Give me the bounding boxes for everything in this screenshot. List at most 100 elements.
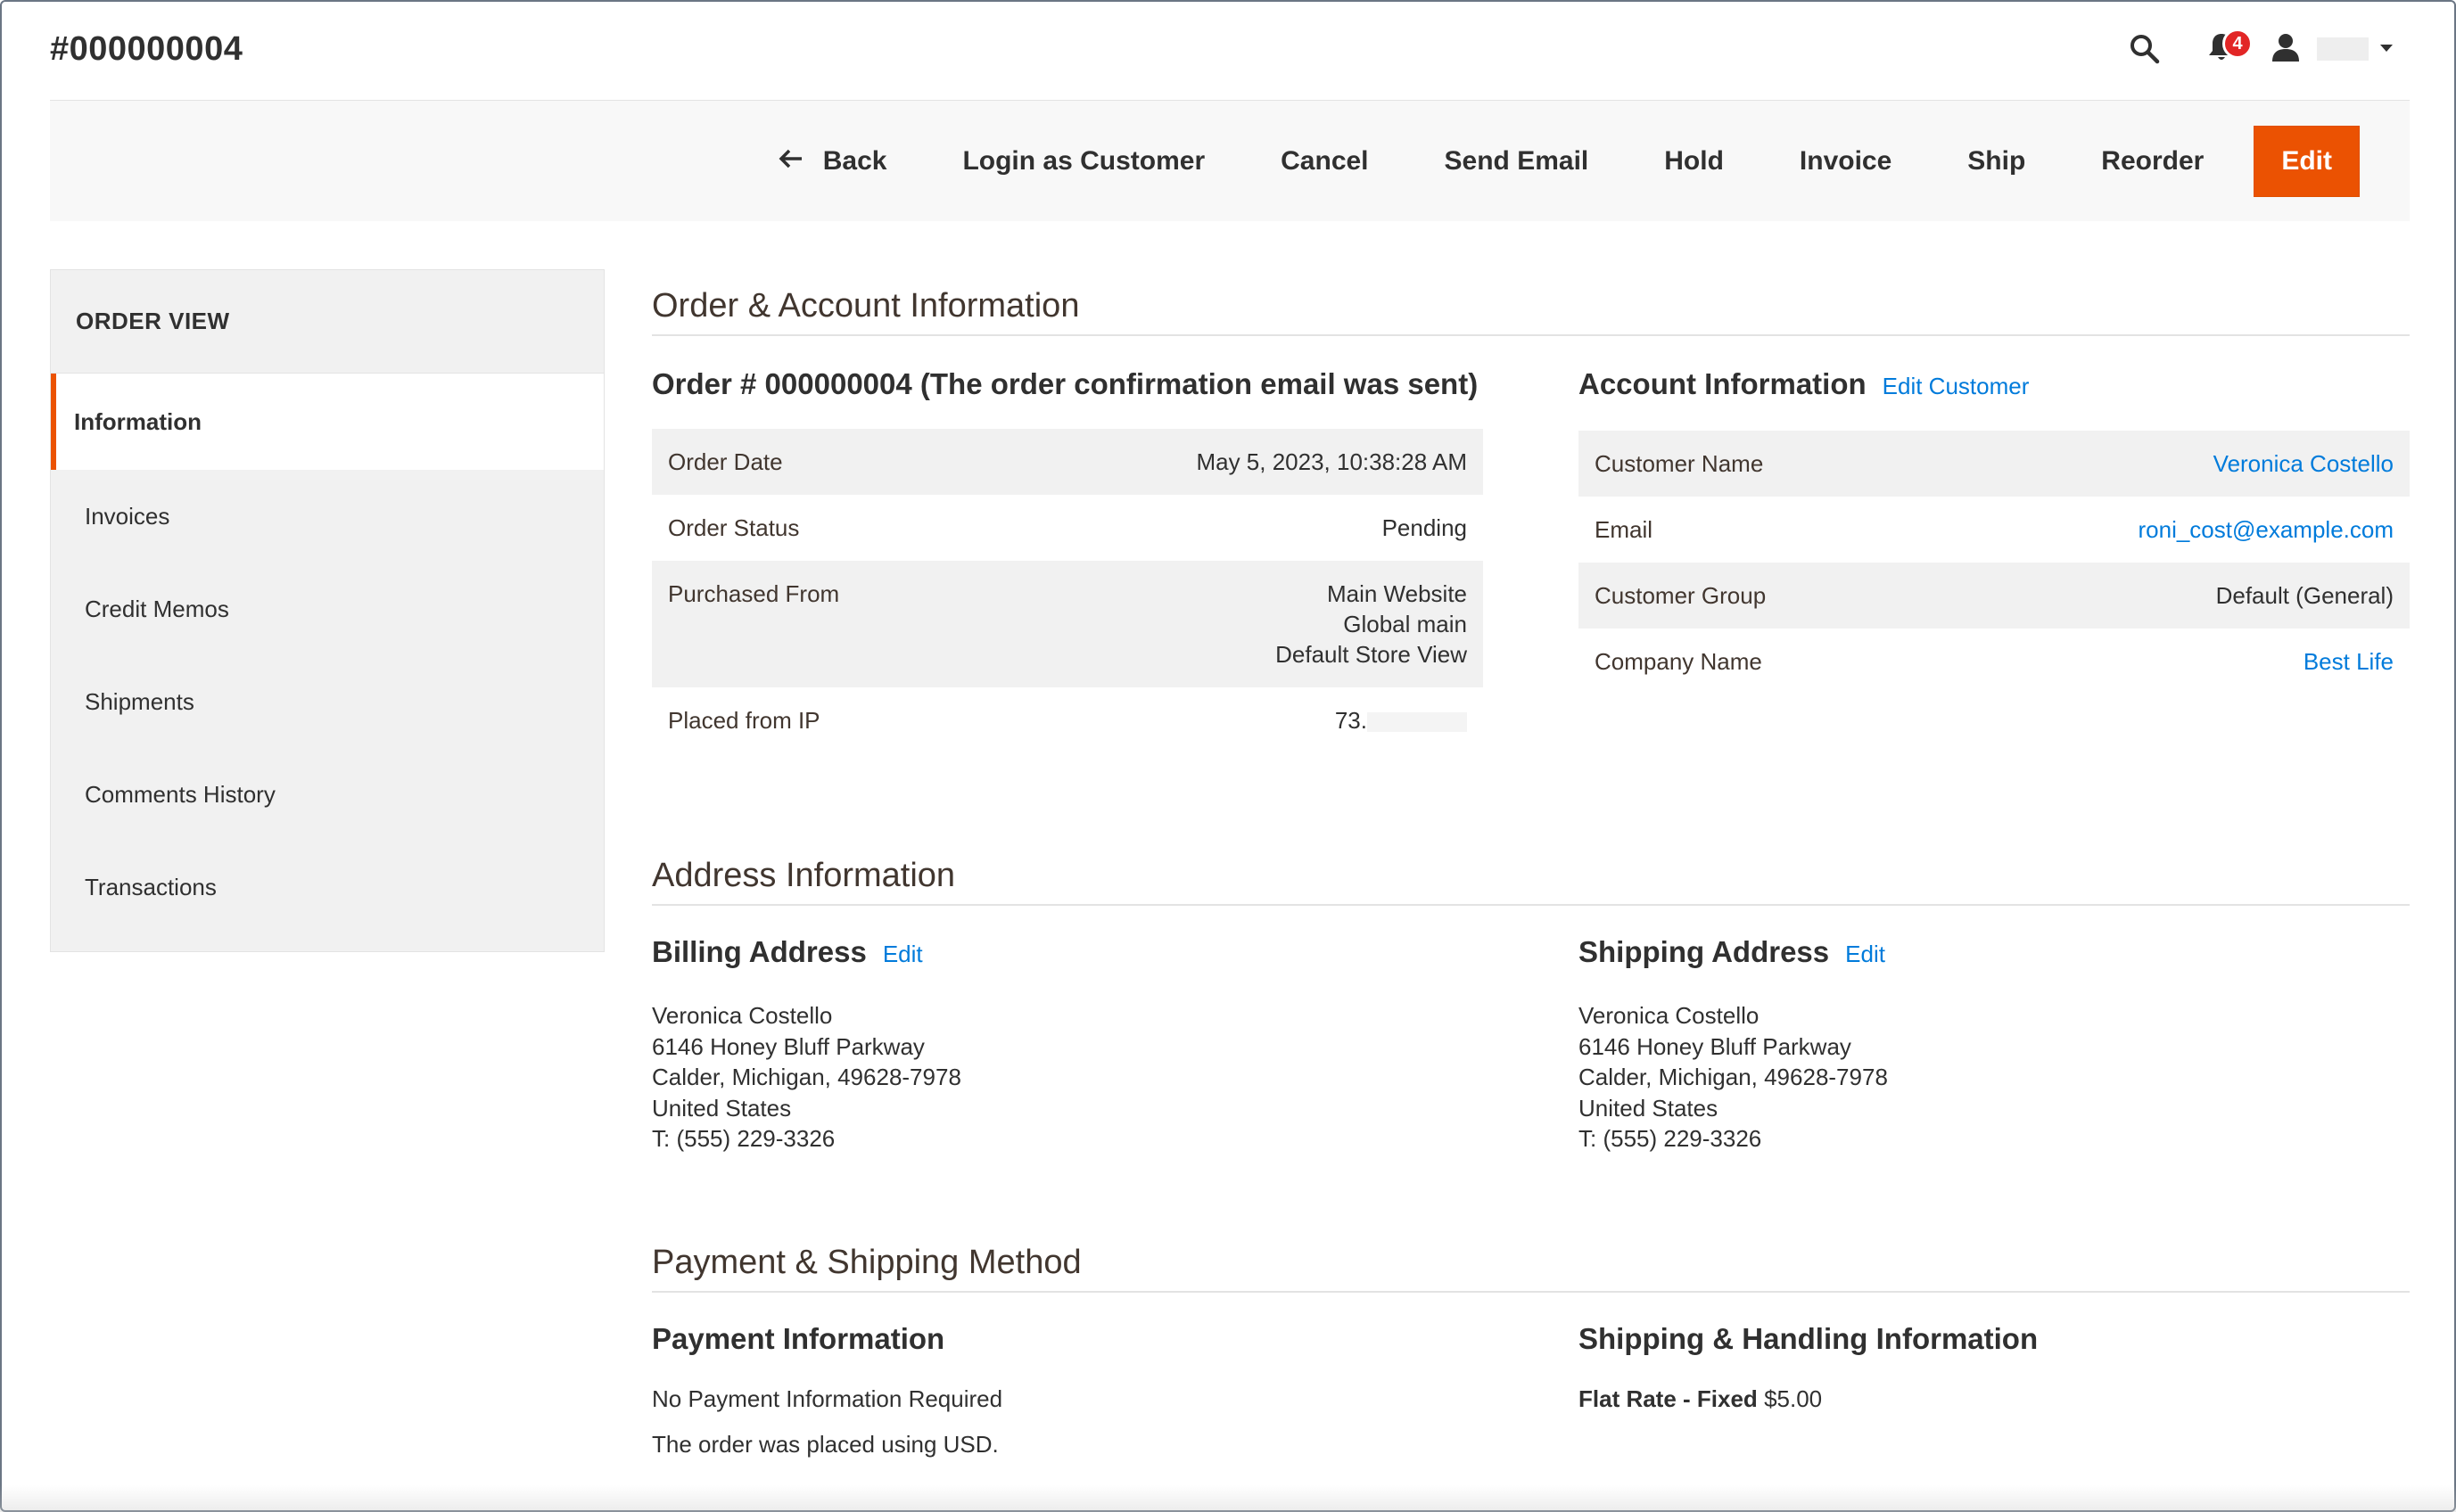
email-link[interactable]: roni_cost@example.com bbox=[1923, 497, 2410, 563]
sidebar-title: ORDER VIEW bbox=[51, 270, 604, 374]
purchased-from-value: Main Website Global main Default Store V… bbox=[985, 561, 1483, 687]
company-name-label: Company Name bbox=[1595, 648, 1762, 675]
order-info-block: Order # 000000004 (The order confirmatio… bbox=[652, 365, 1483, 753]
back-button[interactable]: Back bbox=[779, 146, 887, 177]
sidebar-item-credit-memos[interactable]: Credit Memos bbox=[51, 563, 604, 655]
toolbar-buttons: Back Login as Customer Cancel Send Email… bbox=[779, 126, 2360, 197]
sidebar-item-invoices[interactable]: Invoices bbox=[51, 470, 604, 563]
order-account-section: Order & Account Information Order # 0000… bbox=[652, 287, 2410, 753]
invoice-button[interactable]: Invoice bbox=[1800, 146, 1891, 177]
ip-redacted bbox=[1367, 712, 1467, 733]
table-row: Order Date May 5, 2023, 10:38:28 AM bbox=[652, 429, 1483, 495]
store-view-name: Default Store View bbox=[1275, 641, 1467, 668]
billing-address: Veronica Costello 6146 Honey Bluff Parkw… bbox=[652, 1000, 1483, 1155]
company-name-link[interactable]: Best Life bbox=[1923, 629, 2410, 694]
table-row: Customer Group Default (General) bbox=[1578, 563, 2410, 629]
hold-button[interactable]: Hold bbox=[1664, 146, 1724, 177]
notifications-button[interactable]: 4 bbox=[2199, 27, 2253, 71]
send-email-button[interactable]: Send Email bbox=[1445, 146, 1589, 177]
ip-prefix: 73. bbox=[1334, 707, 1367, 734]
address-section: Address Information Billing Address Edit… bbox=[652, 857, 2410, 1155]
ship-button[interactable]: Ship bbox=[1967, 146, 2025, 177]
sidebar-item-comments-history[interactable]: Comments History bbox=[51, 748, 604, 841]
shipping-method-line: Flat Rate - Fixed $5.00 bbox=[1578, 1385, 2410, 1413]
purchased-from-label: Purchased From bbox=[652, 561, 986, 687]
sidebar-item-transactions[interactable]: Transactions bbox=[51, 841, 604, 933]
section-title-order-account: Order & Account Information bbox=[652, 287, 2410, 336]
shipping-city: Calder, Michigan, 49628-7978 bbox=[1578, 1064, 1888, 1090]
billing-name: Veronica Costello bbox=[652, 1002, 833, 1029]
table-row: Purchased From Main Website Global main … bbox=[652, 561, 1483, 687]
user-icon bbox=[2271, 32, 2301, 67]
customer-group-label: Customer Group bbox=[1578, 563, 1924, 629]
section-title-address: Address Information bbox=[652, 857, 2410, 906]
account-info-block: Account Information Edit Customer Custom… bbox=[1578, 365, 2410, 753]
sidebar-item-shipments[interactable]: Shipments bbox=[51, 655, 604, 748]
edit-billing-address-link[interactable]: Edit bbox=[883, 934, 923, 974]
billing-heading: Billing Address bbox=[652, 935, 867, 968]
order-date-label: Order Date bbox=[652, 429, 986, 495]
order-date-value: May 5, 2023, 10:38:28 AM bbox=[985, 429, 1483, 495]
billing-phone: T: (555) 229-3326 bbox=[652, 1125, 836, 1152]
main-content: Order & Account Information Order # 0000… bbox=[652, 287, 2410, 1459]
edit-button[interactable]: Edit bbox=[2254, 126, 2360, 197]
billing-country: United States bbox=[652, 1094, 792, 1122]
payment-heading: Payment Information bbox=[652, 1321, 945, 1355]
account-info-table: Customer Name Veronica Costello Email ro… bbox=[1578, 431, 2410, 694]
order-status-value: Pending bbox=[1381, 514, 1467, 541]
order-currency-text: The order was placed using USD. bbox=[652, 1430, 999, 1458]
billing-street: 6146 Honey Bluff Parkway bbox=[652, 1032, 925, 1060]
table-row: Customer Name Veronica Costello bbox=[1578, 431, 2410, 497]
email-label: Email bbox=[1595, 516, 1653, 543]
arrow-left-icon bbox=[779, 146, 804, 177]
page-title: #000000004 bbox=[50, 30, 243, 68]
shipping-handling-heading: Shipping & Handling Information bbox=[1578, 1321, 2039, 1355]
order-status-label: Order Status bbox=[668, 514, 800, 541]
placed-from-ip-label: Placed from IP bbox=[668, 707, 820, 734]
order-view-sidebar: ORDER VIEW Information Invoices Credit M… bbox=[50, 269, 605, 952]
shipping-phone: T: (555) 229-3326 bbox=[1578, 1125, 1762, 1152]
order-heading: Order # 000000004 (The order confirmatio… bbox=[652, 367, 1479, 400]
table-row: Email roni_cost@example.com bbox=[1578, 497, 2410, 563]
account-heading-row: Account Information Edit Customer bbox=[1578, 365, 2410, 406]
table-row: Order Status Pending bbox=[652, 495, 1483, 561]
order-info-table: Order Date May 5, 2023, 10:38:28 AM Orde… bbox=[652, 429, 1483, 753]
billing-city: Calder, Michigan, 49628-7978 bbox=[652, 1064, 961, 1090]
back-label: Back bbox=[822, 146, 887, 176]
shipping-address: Veronica Costello 6146 Honey Bluff Parkw… bbox=[1578, 1000, 2410, 1155]
store-name: Global main bbox=[1343, 611, 1467, 637]
payment-shipping-section: Payment & Shipping Method Payment Inform… bbox=[652, 1244, 2410, 1459]
customer-name-label: Customer Name bbox=[1578, 431, 1924, 497]
table-row: Placed from IP 73. bbox=[652, 687, 1483, 753]
payment-method-text: No Payment Information Required bbox=[652, 1385, 1003, 1412]
user-name bbox=[2317, 37, 2369, 61]
caret-down-icon bbox=[2379, 41, 2394, 57]
search-icon[interactable] bbox=[2122, 27, 2167, 71]
shipping-price: $5.00 bbox=[1764, 1385, 1823, 1412]
sidebar-item-information[interactable]: Information bbox=[51, 374, 604, 470]
shipping-heading: Shipping Address bbox=[1578, 935, 1830, 968]
billing-heading-row: Billing Address Edit bbox=[652, 933, 1483, 974]
edit-shipping-address-link[interactable]: Edit bbox=[1845, 934, 1885, 974]
account-menu[interactable] bbox=[2271, 32, 2394, 67]
notification-count-badge: 4 bbox=[2222, 29, 2253, 59]
shipping-method-name: Flat Rate - Fixed bbox=[1578, 1385, 1758, 1412]
placed-from-ip-value: 73. bbox=[986, 687, 1483, 753]
reorder-button[interactable]: Reorder bbox=[2101, 146, 2204, 177]
shipping-street: 6146 Honey Bluff Parkway bbox=[1578, 1032, 1851, 1060]
table-row: Company Name Best Life bbox=[1578, 629, 2410, 694]
account-heading: Account Information bbox=[1578, 367, 1867, 400]
login-as-customer-button[interactable]: Login as Customer bbox=[962, 146, 1205, 177]
customer-name-link[interactable]: Veronica Costello bbox=[1923, 431, 2410, 497]
edit-customer-link[interactable]: Edit Customer bbox=[1883, 366, 2030, 406]
shipping-name: Veronica Costello bbox=[1578, 1002, 1760, 1029]
bottom-fade bbox=[0, 1485, 2456, 1512]
shipping-heading-row: Shipping Address Edit bbox=[1578, 933, 2410, 974]
cancel-button[interactable]: Cancel bbox=[1281, 146, 1368, 177]
website-name: Main Website bbox=[1326, 580, 1467, 607]
shipping-address-block: Shipping Address Edit Veronica Costello … bbox=[1578, 933, 2410, 1155]
customer-group-value: Default (General) bbox=[1923, 563, 2410, 629]
shipping-country: United States bbox=[1578, 1094, 1718, 1122]
payment-info-block: Payment Information No Payment Informati… bbox=[652, 1319, 1483, 1459]
page-actions-toolbar: Back Login as Customer Cancel Send Email… bbox=[50, 100, 2410, 221]
